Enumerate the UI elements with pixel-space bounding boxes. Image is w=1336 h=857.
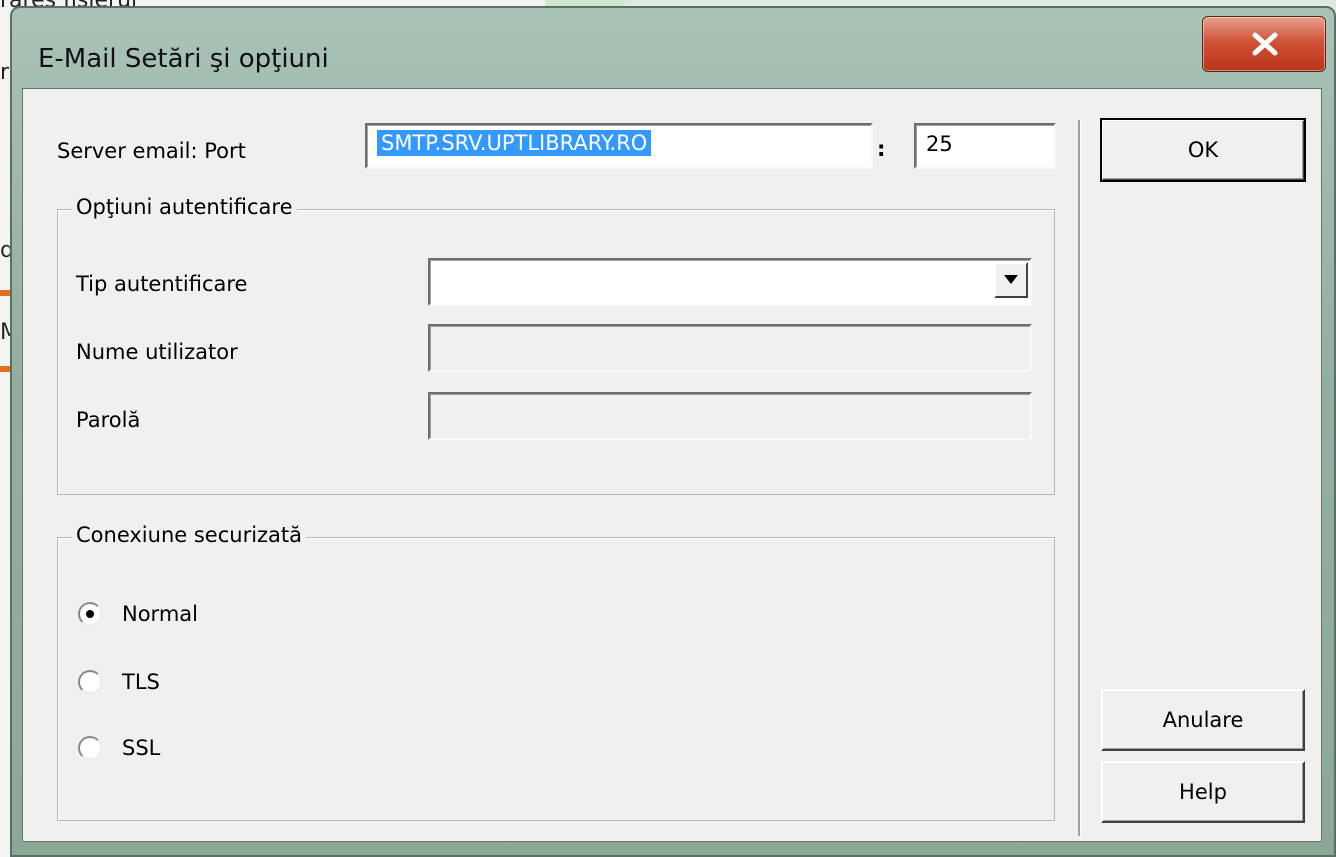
password-label: Parolă — [76, 408, 141, 432]
server-host-value: SMTP.SRV.UPTLIBRARY.RO — [377, 130, 652, 156]
secure-connection-group: Conexiune securizată Normal TLS SSL — [57, 523, 1055, 821]
window-title: E-Mail Setări şi opţiuni — [38, 44, 329, 74]
auth-type-label: Tip autentificare — [76, 272, 248, 296]
dropdown-button[interactable] — [994, 262, 1028, 298]
auth-options-group: Opţiuni autentificare Tip autentificare … — [57, 195, 1055, 495]
title-bar[interactable]: E-Mail Setări şi opţiuni — [12, 8, 1334, 98]
radio-option-normal[interactable]: Normal — [78, 600, 278, 630]
dialog-client-area: Server email: Port SMTP.SRV.UPTLIBRARY.R… — [22, 88, 1322, 842]
chevron-down-icon — [1004, 275, 1018, 284]
password-input[interactable] — [428, 392, 1032, 440]
help-button[interactable]: Help — [1101, 761, 1305, 823]
port-input[interactable]: 25 — [914, 123, 1056, 169]
close-icon — [1252, 32, 1278, 56]
radio-label-normal: Normal — [122, 602, 198, 626]
background-text: r — [0, 60, 10, 85]
radio-button-tls[interactable] — [78, 670, 102, 694]
radio-button-normal[interactable] — [78, 602, 102, 626]
auth-group-title: Opţiuni autentificare — [72, 195, 297, 219]
username-input[interactable] — [428, 324, 1032, 372]
port-value: 25 — [926, 132, 953, 156]
vertical-divider — [1078, 120, 1081, 836]
ok-button[interactable]: OK — [1100, 118, 1306, 182]
radio-option-tls[interactable]: TLS — [78, 668, 278, 698]
auth-type-select[interactable] — [428, 258, 1032, 306]
server-port-label: Server email: Port — [57, 139, 246, 163]
port-separator: : — [877, 137, 886, 161]
secure-group-title: Conexiune securizată — [72, 523, 307, 547]
radio-button-ssl[interactable] — [78, 736, 102, 760]
radio-label-ssl: SSL — [122, 736, 161, 760]
server-host-input[interactable]: SMTP.SRV.UPTLIBRARY.RO — [365, 123, 873, 169]
close-button[interactable] — [1202, 16, 1326, 72]
username-label: Nume utilizator — [76, 340, 238, 364]
radio-label-tls: TLS — [122, 670, 160, 694]
cancel-button[interactable]: Anulare — [1101, 689, 1305, 751]
radio-option-ssl[interactable]: SSL — [78, 734, 278, 764]
